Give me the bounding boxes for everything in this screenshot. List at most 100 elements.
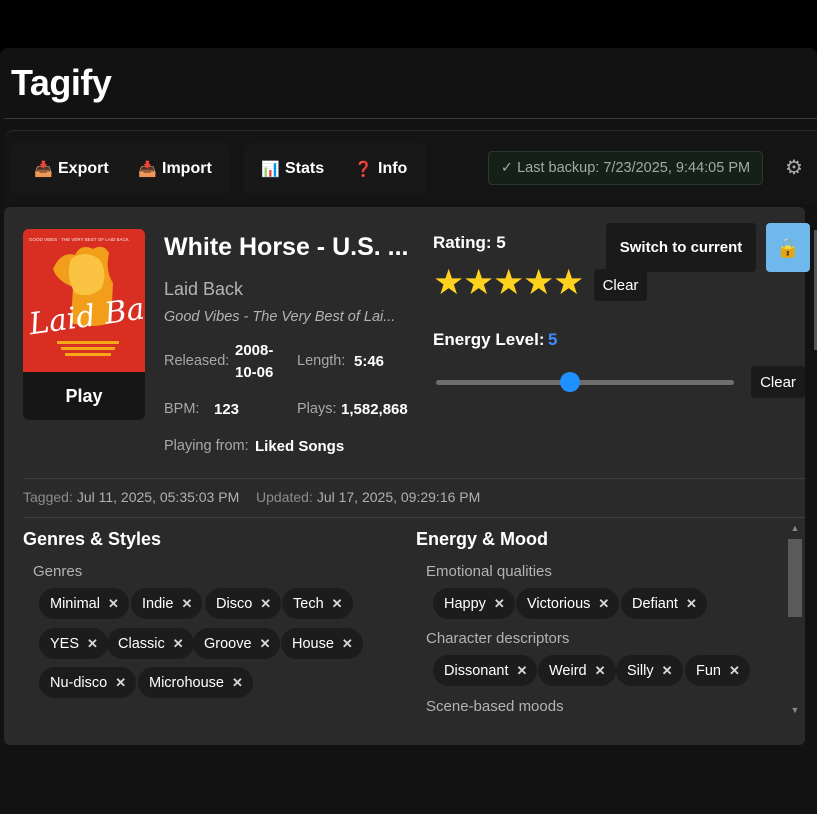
- playing-from-value: Liked Songs: [255, 438, 345, 455]
- lock-icon: 🔒: [776, 237, 800, 259]
- clear-energy-button[interactable]: Clear: [751, 366, 805, 398]
- close-icon[interactable]: ✕: [173, 636, 184, 652]
- close-icon[interactable]: ✕: [598, 596, 609, 612]
- switch-to-current-button[interactable]: Switch to current: [606, 223, 756, 272]
- scroll-down-arrow[interactable]: ▼: [790, 705, 800, 715]
- info-button[interactable]: ❓ Info: [354, 143, 407, 195]
- tag-label: YES: [50, 635, 80, 652]
- tag-label: Happy: [444, 595, 486, 612]
- divider: [23, 517, 805, 518]
- divider: [4, 118, 817, 119]
- close-icon[interactable]: ✕: [662, 663, 673, 679]
- character-descriptors-label: Character descriptors: [426, 630, 570, 647]
- tag-chip: Defiant ✕: [621, 588, 707, 619]
- tag-label: Disco: [216, 595, 253, 612]
- clear-rating-button[interactable]: Clear: [594, 269, 647, 301]
- inbox-tray-icon: 📥: [34, 161, 53, 178]
- tag-chip: Indie ✕: [131, 588, 203, 619]
- divider: [23, 478, 805, 479]
- tag-chip: Weird ✕: [538, 655, 616, 686]
- stats-button[interactable]: 📊 Stats: [261, 143, 324, 195]
- play-label: Play: [65, 385, 103, 406]
- close-icon[interactable]: ✕: [181, 596, 192, 612]
- play-button[interactable]: GOOD VIBES · THE VERY BEST OF LAID BACK …: [23, 229, 145, 420]
- track-title: White Horse - U.S. ...: [164, 233, 409, 261]
- close-icon[interactable]: ✕: [595, 663, 606, 679]
- tag-label: Groove: [204, 635, 252, 652]
- plays-label: Plays:: [297, 401, 337, 417]
- album-cover: GOOD VIBES · THE VERY BEST OF LAID BACK …: [23, 229, 145, 372]
- star-rating: ★ ★ ★ ★ ★: [433, 264, 584, 302]
- import-button[interactable]: 📥 Import: [138, 143, 212, 195]
- star-icon[interactable]: ★: [553, 264, 584, 302]
- question-mark-icon: ❓: [354, 161, 373, 178]
- export-button[interactable]: 📥 Export: [34, 143, 109, 195]
- tag-chip: Minimal ✕: [39, 588, 129, 619]
- close-icon[interactable]: ✕: [87, 636, 98, 652]
- energy-slider-track[interactable]: [436, 380, 734, 385]
- backup-status: ✓ Last backup: 7/23/2025, 9:44:05 PM: [488, 151, 763, 185]
- emotional-qualities-label: Emotional qualities: [426, 563, 552, 580]
- lock-button[interactable]: 🔒: [766, 223, 810, 272]
- tag-chip: Classic ✕: [107, 628, 194, 659]
- close-icon[interactable]: ✕: [342, 636, 353, 652]
- close-icon[interactable]: ✕: [260, 596, 271, 612]
- released-date-line1: 2008-: [235, 342, 274, 359]
- genres-sublabel: Genres: [33, 563, 83, 580]
- close-icon[interactable]: ✕: [729, 663, 740, 679]
- bpm-label: BPM:: [164, 401, 200, 417]
- close-icon[interactable]: ✕: [115, 675, 126, 691]
- rating-label: Rating: 5: [433, 233, 506, 252]
- genres-section-title: Genres & Styles: [23, 529, 162, 549]
- tag-label: Weird: [549, 662, 587, 679]
- energy-label: Energy Level:: [433, 330, 545, 349]
- tag-label: Microhouse: [149, 674, 224, 691]
- tags-scrollbar-thumb[interactable]: [788, 539, 802, 617]
- length-value: 5:46: [354, 353, 385, 370]
- tag-chip: Silly ✕: [616, 655, 683, 686]
- tag-label: Victorious: [527, 595, 591, 612]
- close-icon[interactable]: ✕: [260, 636, 271, 652]
- tag-chip: Victorious ✕: [516, 588, 620, 619]
- tag-label: Defiant: [632, 595, 678, 612]
- import-label: Import: [162, 160, 212, 177]
- cover-caption: GOOD VIBES · THE VERY BEST OF LAID BACK: [29, 237, 129, 242]
- tag-label: Classic: [118, 635, 165, 652]
- tag-label: Minimal: [50, 595, 100, 612]
- close-icon[interactable]: ✕: [332, 596, 343, 612]
- energy-slider-thumb[interactable]: [560, 372, 581, 392]
- scroll-fade: [416, 720, 786, 745]
- star-icon[interactable]: ★: [433, 264, 464, 302]
- updated-label: Updated:: [256, 489, 313, 505]
- close-icon[interactable]: ✕: [494, 596, 505, 612]
- released-date-line2: 10-06: [235, 364, 274, 381]
- bpm-value: 123: [214, 401, 240, 418]
- tag-chip: Dissonant ✕: [433, 655, 538, 686]
- close-icon[interactable]: ✕: [232, 675, 243, 691]
- scroll-up-arrow[interactable]: ▲: [790, 523, 800, 533]
- tag-chip: Happy ✕: [433, 588, 515, 619]
- tag-label: House: [292, 635, 334, 652]
- info-label: Info: [378, 160, 408, 177]
- file-actions-group: 📥 Export 📥 Import: [10, 143, 230, 195]
- gear-icon[interactable]: ⚙: [783, 157, 805, 179]
- tag-label: Silly: [627, 662, 654, 679]
- bar-chart-icon: 📊: [261, 161, 280, 178]
- length-label: Length:: [297, 353, 346, 369]
- plays-value: 1,582,868: [341, 401, 408, 418]
- tag-chip: Microhouse ✕: [138, 667, 253, 698]
- released-label: Released:: [164, 353, 230, 369]
- close-icon[interactable]: ✕: [108, 596, 119, 612]
- tag-label: Tech: [293, 595, 324, 612]
- artist-name: Laid Back: [164, 279, 244, 299]
- inbox-tray-icon: 📥: [138, 161, 157, 178]
- close-icon[interactable]: ✕: [516, 663, 527, 679]
- scene-moods-label: Scene-based moods: [426, 698, 564, 715]
- star-icon[interactable]: ★: [493, 264, 524, 302]
- star-icon[interactable]: ★: [463, 264, 494, 302]
- close-icon[interactable]: ✕: [686, 596, 697, 612]
- energy-value: 5: [548, 330, 558, 349]
- playing-from-label: Playing from:: [164, 438, 249, 454]
- app-title: Tagify: [11, 62, 112, 103]
- star-icon[interactable]: ★: [523, 264, 554, 302]
